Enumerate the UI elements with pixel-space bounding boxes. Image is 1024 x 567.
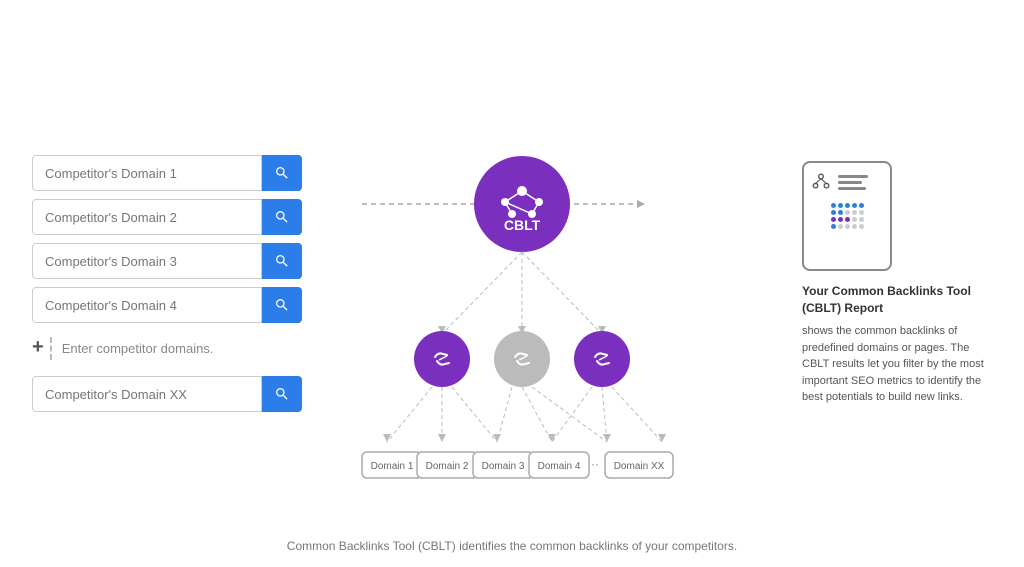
search-button-4[interactable] [262,287,302,323]
svg-text:··: ·· [591,457,599,471]
report-dots-section [831,203,864,229]
plus-icon: + [32,337,44,357]
left-column: + Enter competitor domains. [32,155,322,412]
domain-input-xx[interactable] [32,376,262,412]
svg-text:Domain 1: Domain 1 [371,461,414,472]
dot-blue-5 [859,203,864,208]
report-lines [838,175,868,190]
dots-row-2 [831,210,864,215]
report-network-icon [810,171,832,193]
dot-gray-5 [859,217,864,222]
svg-text:Domain 3: Domain 3 [482,461,525,472]
dot-gray-7 [845,224,850,229]
search-button-3[interactable] [262,243,302,279]
diagram-svg: CBLT [357,64,757,504]
dots-row-3 [831,217,864,222]
dot-blue-7 [838,210,843,215]
dot-gray-1 [845,210,850,215]
svg-text:Domain XX: Domain XX [614,461,665,472]
domain-input-row-4 [32,287,322,323]
svg-text:CBLT: CBLT [504,217,541,233]
search-icon-4 [274,297,290,313]
dot-gray-8 [852,224,857,229]
domain-input-row-2 [32,199,322,235]
dot-blue-8 [831,224,836,229]
search-button-2[interactable] [262,199,302,235]
dot-purple-1 [831,217,836,222]
report-icon-top [810,171,884,193]
center-diagram: CBLT [322,44,792,524]
dot-blue-6 [831,210,836,215]
dot-blue-3 [845,203,850,208]
report-icon-box [802,161,892,271]
search-icon-1 [274,165,290,181]
dot-gray-9 [859,224,864,229]
dot-blue-4 [852,203,857,208]
dots-row-1 [831,203,864,208]
report-line-1 [838,175,868,178]
dot-blue-2 [838,203,843,208]
dot-purple-3 [845,217,850,222]
bottom-caption: Common Backlinks Tool (CBLT) identifies … [287,539,737,553]
content-area: + Enter competitor domains. [32,24,992,544]
report-title: Your Common Backlinks Tool (CBLT) Report [802,283,992,317]
dot-gray-2 [852,210,857,215]
enter-competitor-text: Enter competitor domains. [62,337,214,360]
dot-blue-1 [831,203,836,208]
dot-gray-6 [838,224,843,229]
domain-input-row-1 [32,155,322,191]
right-column: Your Common Backlinks Tool (CBLT) Report… [792,161,992,405]
dots-row-4 [831,224,864,229]
domain-input-2[interactable] [32,199,262,235]
report-line-2 [838,181,862,184]
domain-input-4[interactable] [32,287,262,323]
svg-text:Domain 4: Domain 4 [538,461,581,472]
domain-input-3[interactable] [32,243,262,279]
report-description: shows the common backlinks of predefined… [802,323,992,406]
main-container: + Enter competitor domains. [0,0,1024,567]
dot-purple-2 [838,217,843,222]
domain-input-row-xx [32,376,322,412]
search-button-1[interactable] [262,155,302,191]
domain-input-1[interactable] [32,155,262,191]
dot-gray-3 [859,210,864,215]
search-icon-2 [274,209,290,225]
search-icon-xx [274,386,290,402]
search-button-xx[interactable] [262,376,302,412]
dot-gray-4 [852,217,857,222]
domain-input-row-3 [32,243,322,279]
search-icon-3 [274,253,290,269]
report-line-3 [838,187,866,190]
svg-text:Domain 2: Domain 2 [426,461,469,472]
